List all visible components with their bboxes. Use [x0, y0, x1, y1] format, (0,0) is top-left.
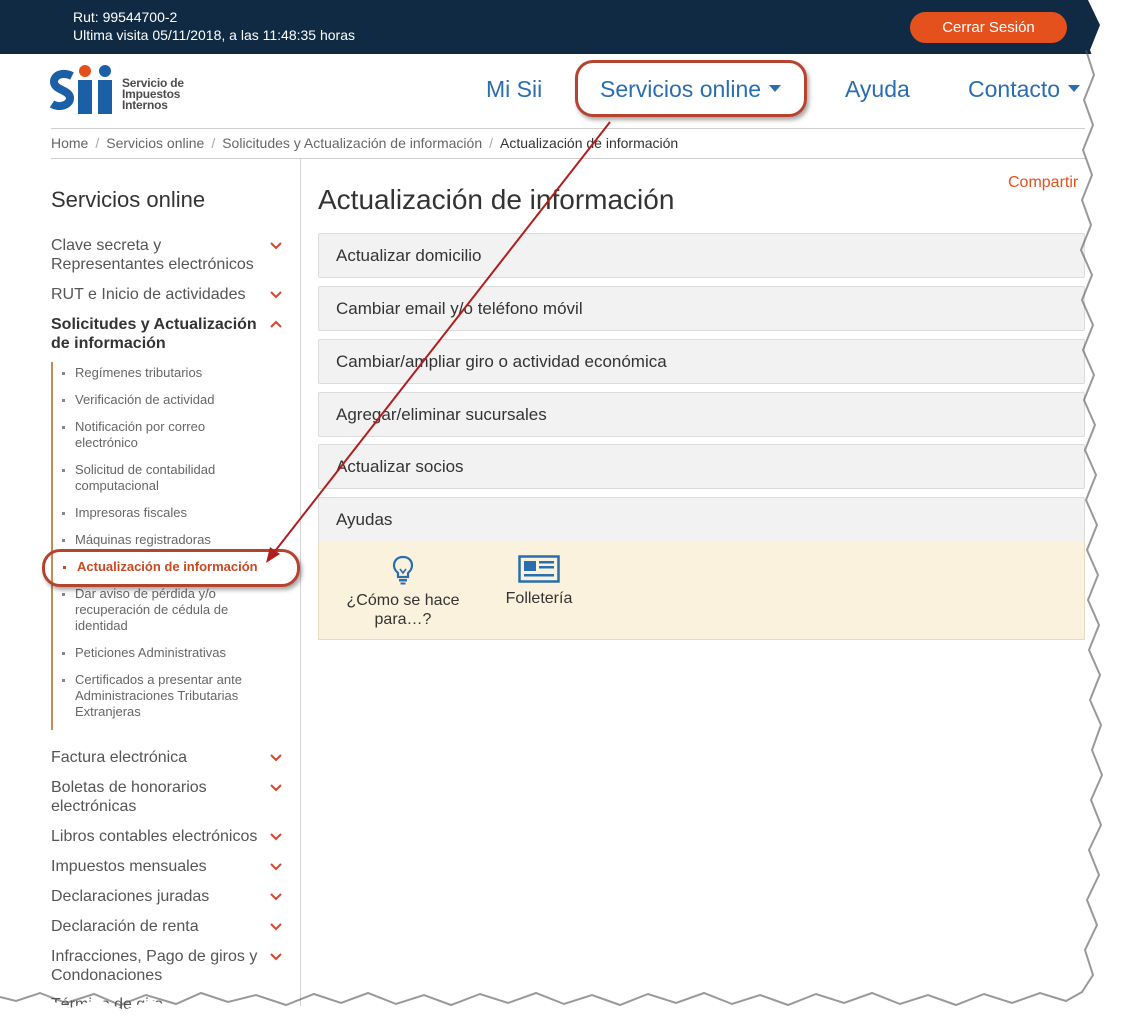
accordion-actualizar-domicilio[interactable]: Actualizar domicilio: [318, 233, 1085, 278]
submenu-label: Máquinas registradoras: [75, 532, 211, 547]
logout-button[interactable]: Cerrar Sesión: [910, 12, 1067, 43]
help-folleteria[interactable]: Folletería: [489, 555, 589, 608]
bullet: [62, 652, 65, 655]
sidebar-item-clave-secreta[interactable]: Clave secreta y Representantes electróni…: [51, 236, 271, 274]
last-visit-text: Ultima visita 05/11/2018, a las 11:48:35…: [73, 27, 355, 43]
bullet: [62, 426, 65, 429]
submenu-item-impresoras[interactable]: Impresoras fiscales: [62, 505, 285, 521]
chevron-up-icon[interactable]: [269, 317, 283, 331]
accordion-actualizar-socios[interactable]: Actualizar socios: [318, 444, 1085, 489]
submenu-item-maquinas[interactable]: Máquinas registradoras: [62, 532, 285, 548]
bullet: [62, 372, 65, 375]
chevron-down-icon[interactable]: [269, 890, 283, 904]
top-bar: Rut: 99544700-2 Ultima visita 05/11/2018…: [0, 0, 1126, 54]
chevron-down-icon[interactable]: [269, 781, 283, 795]
page-title: Actualización de información: [318, 184, 675, 215]
nav-mi-sii[interactable]: Mi Sii: [486, 74, 542, 104]
submenu-item-regimenes[interactable]: Regímenes tributarios: [62, 365, 285, 381]
sidebar-item-termino[interactable]: Término de giro: [51, 995, 271, 1014]
bullet: [62, 679, 65, 682]
chevron-down-icon[interactable]: [269, 860, 283, 874]
bullet: [62, 539, 65, 542]
help-como-se-hace[interactable]: ¿Cómo se hace para…?: [337, 555, 469, 629]
sidebar-item-infracciones[interactable]: Infracciones, Pago de giros y Condonacio…: [51, 947, 271, 985]
submenu-item-cedula[interactable]: Dar aviso de pérdida y/o recuperación de…: [62, 586, 255, 634]
share-link[interactable]: Compartir: [1008, 174, 1078, 192]
sidebar-item-boletas[interactable]: Boletas de honorarios electrónicas: [51, 778, 251, 816]
nav-annotation-highlight: [575, 60, 807, 117]
bullet: [62, 469, 65, 472]
sidebar-item-solicitudes[interactable]: Solicitudes y Actualización de informaci…: [51, 315, 271, 353]
chevron-down-icon[interactable]: [269, 751, 283, 765]
sidebar-item-renta[interactable]: Declaración de renta: [51, 917, 271, 936]
breadcrumb: Home / Servicios online / Solicitudes y Actu…: [51, 134, 678, 152]
page: Rut: 99544700-2 Ultima visita 05/11/2018…: [0, 0, 1126, 1036]
submenu-item-peticiones[interactable]: Peticiones Administrativas: [62, 645, 285, 661]
bullet: [62, 593, 65, 596]
breadcrumb-separator: /: [489, 135, 494, 151]
submenu-label: Notificación por correo electrónico: [75, 419, 206, 450]
sii-logo-mark: [50, 65, 112, 114]
sidebar-annotation-highlight: [42, 549, 300, 587]
nav-contacto-label: Contacto: [968, 76, 1061, 102]
submenu-border: [51, 362, 53, 730]
breadcrumb-home[interactable]: Home: [51, 135, 88, 151]
accordion-cambiar-email[interactable]: Cambiar email y/o teléfono móvil: [318, 286, 1085, 331]
bullet: [62, 399, 65, 402]
submenu-label: Dar aviso de pérdida y/o recuperación de…: [75, 586, 229, 633]
breadcrumb-current: Actualización de información: [500, 135, 679, 151]
chevron-down-icon[interactable]: [269, 950, 283, 964]
accordion-ayudas[interactable]: Ayudas: [318, 497, 1085, 542]
header-divider: [51, 128, 1085, 129]
chevron-down-icon[interactable]: [269, 239, 283, 253]
submenu-item-certificados[interactable]: Certificados a presentar ante Administra…: [62, 672, 270, 720]
accordion-cambiar-giro[interactable]: Cambiar/ampliar giro o actividad económi…: [318, 339, 1085, 384]
submenu-item-notificacion[interactable]: Notificación por correo electrónico: [62, 419, 235, 451]
chevron-down-icon[interactable]: [269, 920, 283, 934]
lightbulb-icon: [392, 555, 414, 585]
sidebar-item-impuestos[interactable]: Impuestos mensuales: [51, 857, 271, 876]
submenu-label: Impresoras fiscales: [75, 505, 187, 520]
accordion-sucursales[interactable]: Agregar/eliminar sucursales: [318, 392, 1085, 437]
sidebar-divider: [300, 159, 301, 1036]
help-folleteria-label: Folletería: [505, 590, 573, 607]
submenu-label: Regímenes tributarios: [75, 365, 203, 380]
sii-logo[interactable]: Servicio de Impuestos Internos: [50, 64, 200, 118]
sidebar-item-libros[interactable]: Libros contables electrónicos: [51, 827, 271, 846]
chevron-down-icon[interactable]: [269, 288, 283, 302]
breadcrumb-divider: [51, 158, 1085, 159]
rut-text: Rut: 99544700-2: [73, 9, 178, 25]
sidebar-item-declaraciones[interactable]: Declaraciones juradas: [51, 887, 271, 906]
help-panel: ¿Cómo se hace para…? Folletería: [318, 541, 1085, 640]
nav-contacto[interactable]: Contacto: [968, 74, 1081, 104]
submenu-item-verificacion[interactable]: Verificación de actividad: [62, 392, 285, 408]
submenu-label: Certificados a presentar ante Administra…: [75, 672, 242, 719]
newspaper-icon: [518, 555, 560, 583]
submenu-label: Verificación de actividad: [75, 392, 215, 407]
sii-logo-text: Servicio de Impuestos Internos: [122, 77, 184, 112]
nav-ayuda-label: Ayuda: [845, 76, 910, 102]
nav-mi-sii-label: Mi Sii: [486, 76, 543, 102]
submenu-item-contabilidad[interactable]: Solicitud de contabilidad computacional: [62, 462, 245, 494]
sidebar-item-rut[interactable]: RUT e Inicio de actividades: [51, 285, 271, 304]
sidebar-item-factura[interactable]: Factura electrónica: [51, 748, 271, 767]
help-como-se-hace-label: ¿Cómo se hace para…?: [346, 592, 460, 628]
chevron-down-icon[interactable]: [269, 830, 283, 844]
breadcrumb-solicitudes[interactable]: Solicitudes y Actualización de informaci…: [222, 135, 482, 151]
submenu-label: Solicitud de contabilidad computacional: [75, 462, 216, 493]
sidebar-title: Servicios online: [51, 187, 206, 212]
breadcrumb-separator: /: [211, 135, 216, 151]
logo-line-3: Internos: [122, 98, 168, 112]
nav-ayuda[interactable]: Ayuda: [845, 74, 910, 104]
caret-down-icon: [1068, 85, 1081, 93]
submenu-label: Peticiones Administrativas: [75, 645, 227, 660]
bullet: [62, 512, 65, 515]
breadcrumb-separator: /: [95, 135, 100, 151]
breadcrumb-servicios-online[interactable]: Servicios online: [106, 135, 204, 151]
